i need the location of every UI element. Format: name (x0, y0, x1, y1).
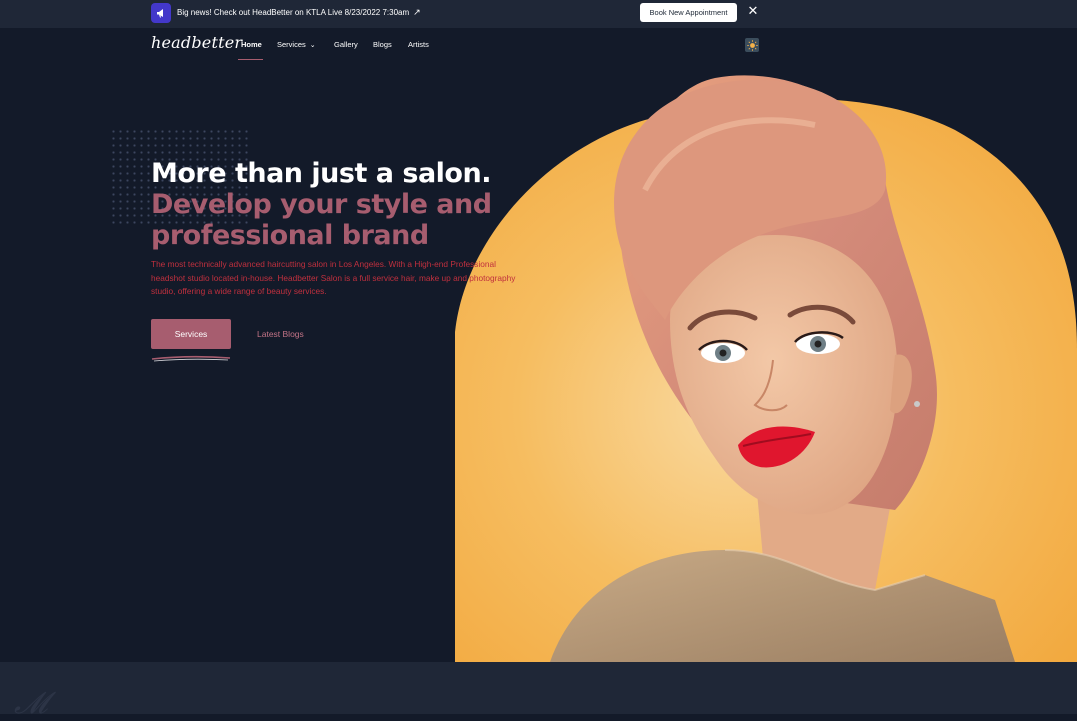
external-link-icon: ↗ (413, 7, 421, 17)
chevron-down-icon: ⌄ (309, 42, 316, 49)
latest-blogs-link[interactable]: Latest Blogs (257, 329, 304, 339)
hero-description: The most technically advanced haircuttin… (151, 259, 516, 296)
nav-item-label: Services (277, 40, 306, 49)
book-appointment-button[interactable]: Book New Appointment (640, 3, 737, 22)
services-button[interactable]: Services (151, 319, 231, 349)
nav-item-gallery[interactable]: Gallery (334, 40, 358, 49)
hero-subheadline-line: professional brand (151, 220, 429, 251)
nav-item-artists[interactable]: Artists (408, 40, 429, 49)
hero-headline: More than just a salon. (151, 158, 491, 189)
active-nav-underline (238, 59, 263, 60)
next-section-strip (0, 662, 1077, 714)
announcement-link[interactable]: Big news! Check out HeadBetter on KTLA L… (177, 7, 421, 18)
sun-icon (746, 39, 758, 51)
nav-item-home[interactable]: Home (241, 40, 262, 49)
close-icon[interactable]: ✕ (746, 5, 760, 19)
hero-portrait-image (455, 75, 1077, 662)
brush-underline-decoration (151, 355, 231, 362)
announcement-text: Big news! Check out HeadBetter on KTLA L… (177, 8, 410, 17)
megaphone-icon (151, 3, 171, 23)
hero-subheadline-line: Develop your style and (151, 189, 492, 220)
logo[interactable]: headbetter (151, 33, 242, 52)
theme-toggle-button[interactable] (745, 38, 759, 52)
nav-item-blogs[interactable]: Blogs (373, 40, 392, 49)
announcement-bar: Big news! Check out HeadBetter on KTLA L… (0, 0, 1077, 28)
hero-subheadline: Develop your style and professional bran… (151, 189, 492, 251)
decorative-script-mark: 𝓜 (14, 686, 48, 721)
nav-item-services[interactable]: Services ⌄ (277, 40, 316, 49)
